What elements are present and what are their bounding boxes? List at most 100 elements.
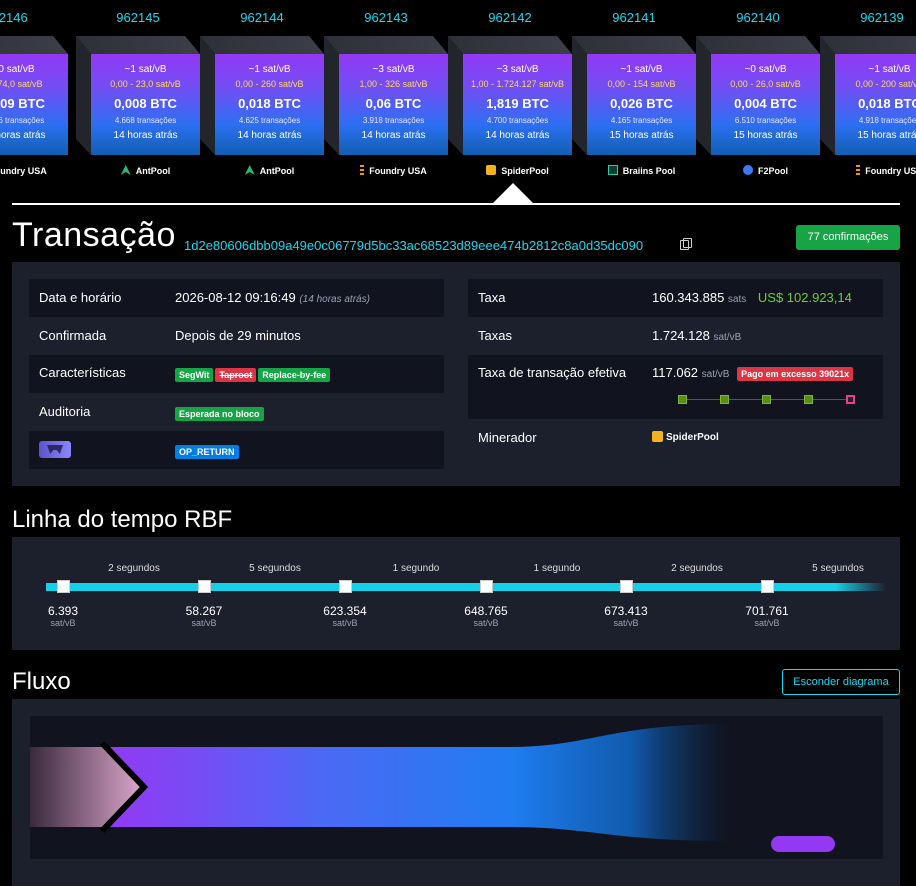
audit-row: Auditoria Esperada no bloco (29, 393, 444, 431)
rbf-interval: 2 segundos (671, 563, 723, 574)
block-fee-range: 0 - 74,0 sat/vB (0, 79, 43, 89)
spiderpool-icon (486, 165, 497, 175)
block-fee-range: 0,00 - 23,0 sat/vB (110, 79, 181, 89)
rbf-rate: 6.393 (47, 604, 79, 618)
flow-output-pill[interactable] (771, 836, 835, 852)
rbf-node[interactable] (57, 580, 70, 593)
block-tx-count: 3.918 transações (362, 116, 425, 125)
f2pool-icon (742, 165, 753, 175)
block-time: 15 horas atrás (857, 130, 916, 141)
audit-tag[interactable]: Esperada no bloco (175, 407, 264, 421)
block-median-fee: ~1 sat/vB (124, 64, 167, 75)
block-time: 15 horas atrás (609, 130, 674, 141)
feerate-label: Taxas (478, 328, 512, 343)
op-return-tag[interactable]: OP_RETURN (175, 445, 239, 459)
block-tx-count: 4.756 transações (0, 116, 45, 125)
pool-name: Foundry USA (369, 166, 427, 176)
effective-fee-value: 117.062 sat/vB Pago em excesso 39021x (652, 365, 855, 381)
block-fee-range: 1,00 - 326 sat/vB (359, 79, 428, 89)
block-height[interactable]: 962143 (324, 10, 448, 25)
feerate-unit: sat/vB (713, 332, 742, 343)
block-card[interactable]: 962143 ~3 sat/vB 1,00 - 326 sat/vB 0,06 … (324, 0, 448, 190)
blockchain-strip: 962146 ~0 sat/vB 0 - 74,0 sat/vB 0,009 B… (0, 0, 916, 205)
block-median-fee: ~3 sat/vB (372, 64, 415, 75)
rbf-title: Linha do tempo RBF (12, 506, 233, 533)
block-card-selected[interactable]: 962142 ~3 sat/vB 1,00 - 1.724.127 sat/vB… (448, 0, 572, 190)
fee-sats-unit: sats (727, 294, 747, 305)
block-height[interactable]: 962140 (696, 10, 820, 25)
rbf-tag[interactable]: Replace-by-fee (258, 368, 331, 382)
block-pool[interactable]: Braiins Pool (587, 165, 696, 176)
block-card[interactable]: 962140 ~0 sat/vB 0,00 - 26,0 sat/vB 0,00… (696, 0, 820, 190)
op-return-image-icon[interactable] (39, 441, 71, 458)
block-card[interactable]: 962144 ~1 sat/vB 0,00 - 260 sat/vB 0,018… (200, 0, 324, 190)
block-pool[interactable]: SpiderPool (463, 165, 572, 176)
block-median-fee: ~3 sat/vB (496, 64, 539, 75)
braiins-icon (607, 165, 618, 175)
overpaid-tag[interactable]: Pago em excesso 39021x (737, 367, 854, 381)
block-median-fee: ~1 sat/vB (248, 64, 291, 75)
block-total-fees: 0,009 BTC (0, 96, 45, 111)
rbf-node[interactable] (198, 580, 211, 593)
miner-value[interactable]: SpiderPool (652, 431, 719, 443)
block-time: 14 horas atrás (237, 130, 302, 141)
miner-label: Minerador (478, 430, 537, 445)
rbf-node[interactable] (761, 580, 774, 593)
block-pool[interactable]: AntPool (215, 165, 324, 176)
block-tx-count: 4.625 transações (238, 116, 301, 125)
pool-name: AntPool (135, 166, 171, 176)
rbf-rate: 58.267 (185, 604, 223, 618)
pool-name: F2Pool (757, 166, 788, 176)
fee-graph-dot[interactable] (720, 395, 729, 404)
block-height[interactable]: 962144 (200, 10, 324, 25)
block-tx-count: 4.918 transações (858, 116, 916, 125)
foundry-icon (360, 165, 365, 175)
rbf-unit: sat/vB (473, 618, 499, 628)
rbf-node[interactable] (339, 580, 352, 593)
spiderpool-icon (652, 431, 663, 442)
block-pool[interactable]: AntPool (91, 165, 200, 176)
block-pool[interactable]: Foundry USA (0, 165, 68, 176)
rbf-unit: sat/vB (332, 618, 358, 628)
block-card[interactable]: 962146 ~0 sat/vB 0 - 74,0 sat/vB 0,009 B… (0, 0, 68, 190)
miner-row: Minerador SpiderPool (468, 419, 883, 457)
taproot-tag[interactable]: Taproot (215, 368, 257, 382)
flow-diagram[interactable] (30, 716, 883, 859)
block-height[interactable]: 962146 (0, 10, 68, 25)
fee-graph-dot[interactable] (804, 395, 813, 404)
fee-graph-dot-selected[interactable] (846, 395, 855, 404)
block-tx-count: 4.700 transações (486, 116, 549, 125)
block-tx-count: 6.510 transações (734, 116, 797, 125)
fee-graph-dot[interactable] (678, 395, 687, 404)
features-tags: SegWit Taproot Replace-by-fee (175, 366, 332, 382)
block-height[interactable]: 962141 (572, 10, 696, 25)
divider (12, 203, 900, 205)
block-time: 14 horas atrás (113, 130, 178, 141)
feerate-number: 1.724.128 (652, 328, 710, 343)
block-pool[interactable]: Foundry USA (339, 165, 448, 176)
rbf-node[interactable] (620, 580, 633, 593)
segwit-tag[interactable]: SegWit (175, 368, 214, 382)
block-pool[interactable]: Foundry USA (835, 165, 916, 176)
block-fee-range: 0,00 - 26,0 sat/vB (730, 79, 801, 89)
copy-icon[interactable] (680, 238, 692, 250)
rbf-interval: 5 segundos (812, 563, 864, 574)
block-card[interactable]: 962145 ~1 sat/vB 0,00 - 23,0 sat/vB 0,00… (76, 0, 200, 190)
datetime-label: Data e horário (39, 290, 122, 305)
block-height[interactable]: 962139 (820, 10, 916, 25)
datetime-text: 2026-08-12 09:16:49 (175, 290, 296, 305)
block-median-fee: ~0 sat/vB (744, 64, 787, 75)
hide-diagram-button[interactable]: Esconder diagrama (782, 669, 900, 695)
block-height[interactable]: 962145 (76, 10, 200, 25)
block-pool[interactable]: F2Pool (711, 165, 820, 176)
block-total-fees: 0,06 BTC (365, 96, 422, 111)
op-return-value: OP_RETURN (175, 443, 241, 459)
rbf-node[interactable] (480, 580, 493, 593)
block-card[interactable]: 962141 ~1 sat/vB 0,00 - 154 sat/vB 0,026… (572, 0, 696, 190)
txid-link[interactable]: 1d2e80606dbb09a49e0c06779d5bc33ac68523d8… (184, 238, 643, 253)
block-height[interactable]: 962142 (448, 10, 572, 25)
block-median-fee: ~1 sat/vB (868, 64, 911, 75)
block-card[interactable]: 962139 ~1 sat/vB 0,00 - 200 sat/vB 0,018… (820, 0, 916, 190)
block-total-fees: 0,008 BTC (114, 96, 177, 111)
fee-graph-dot[interactable] (762, 395, 771, 404)
